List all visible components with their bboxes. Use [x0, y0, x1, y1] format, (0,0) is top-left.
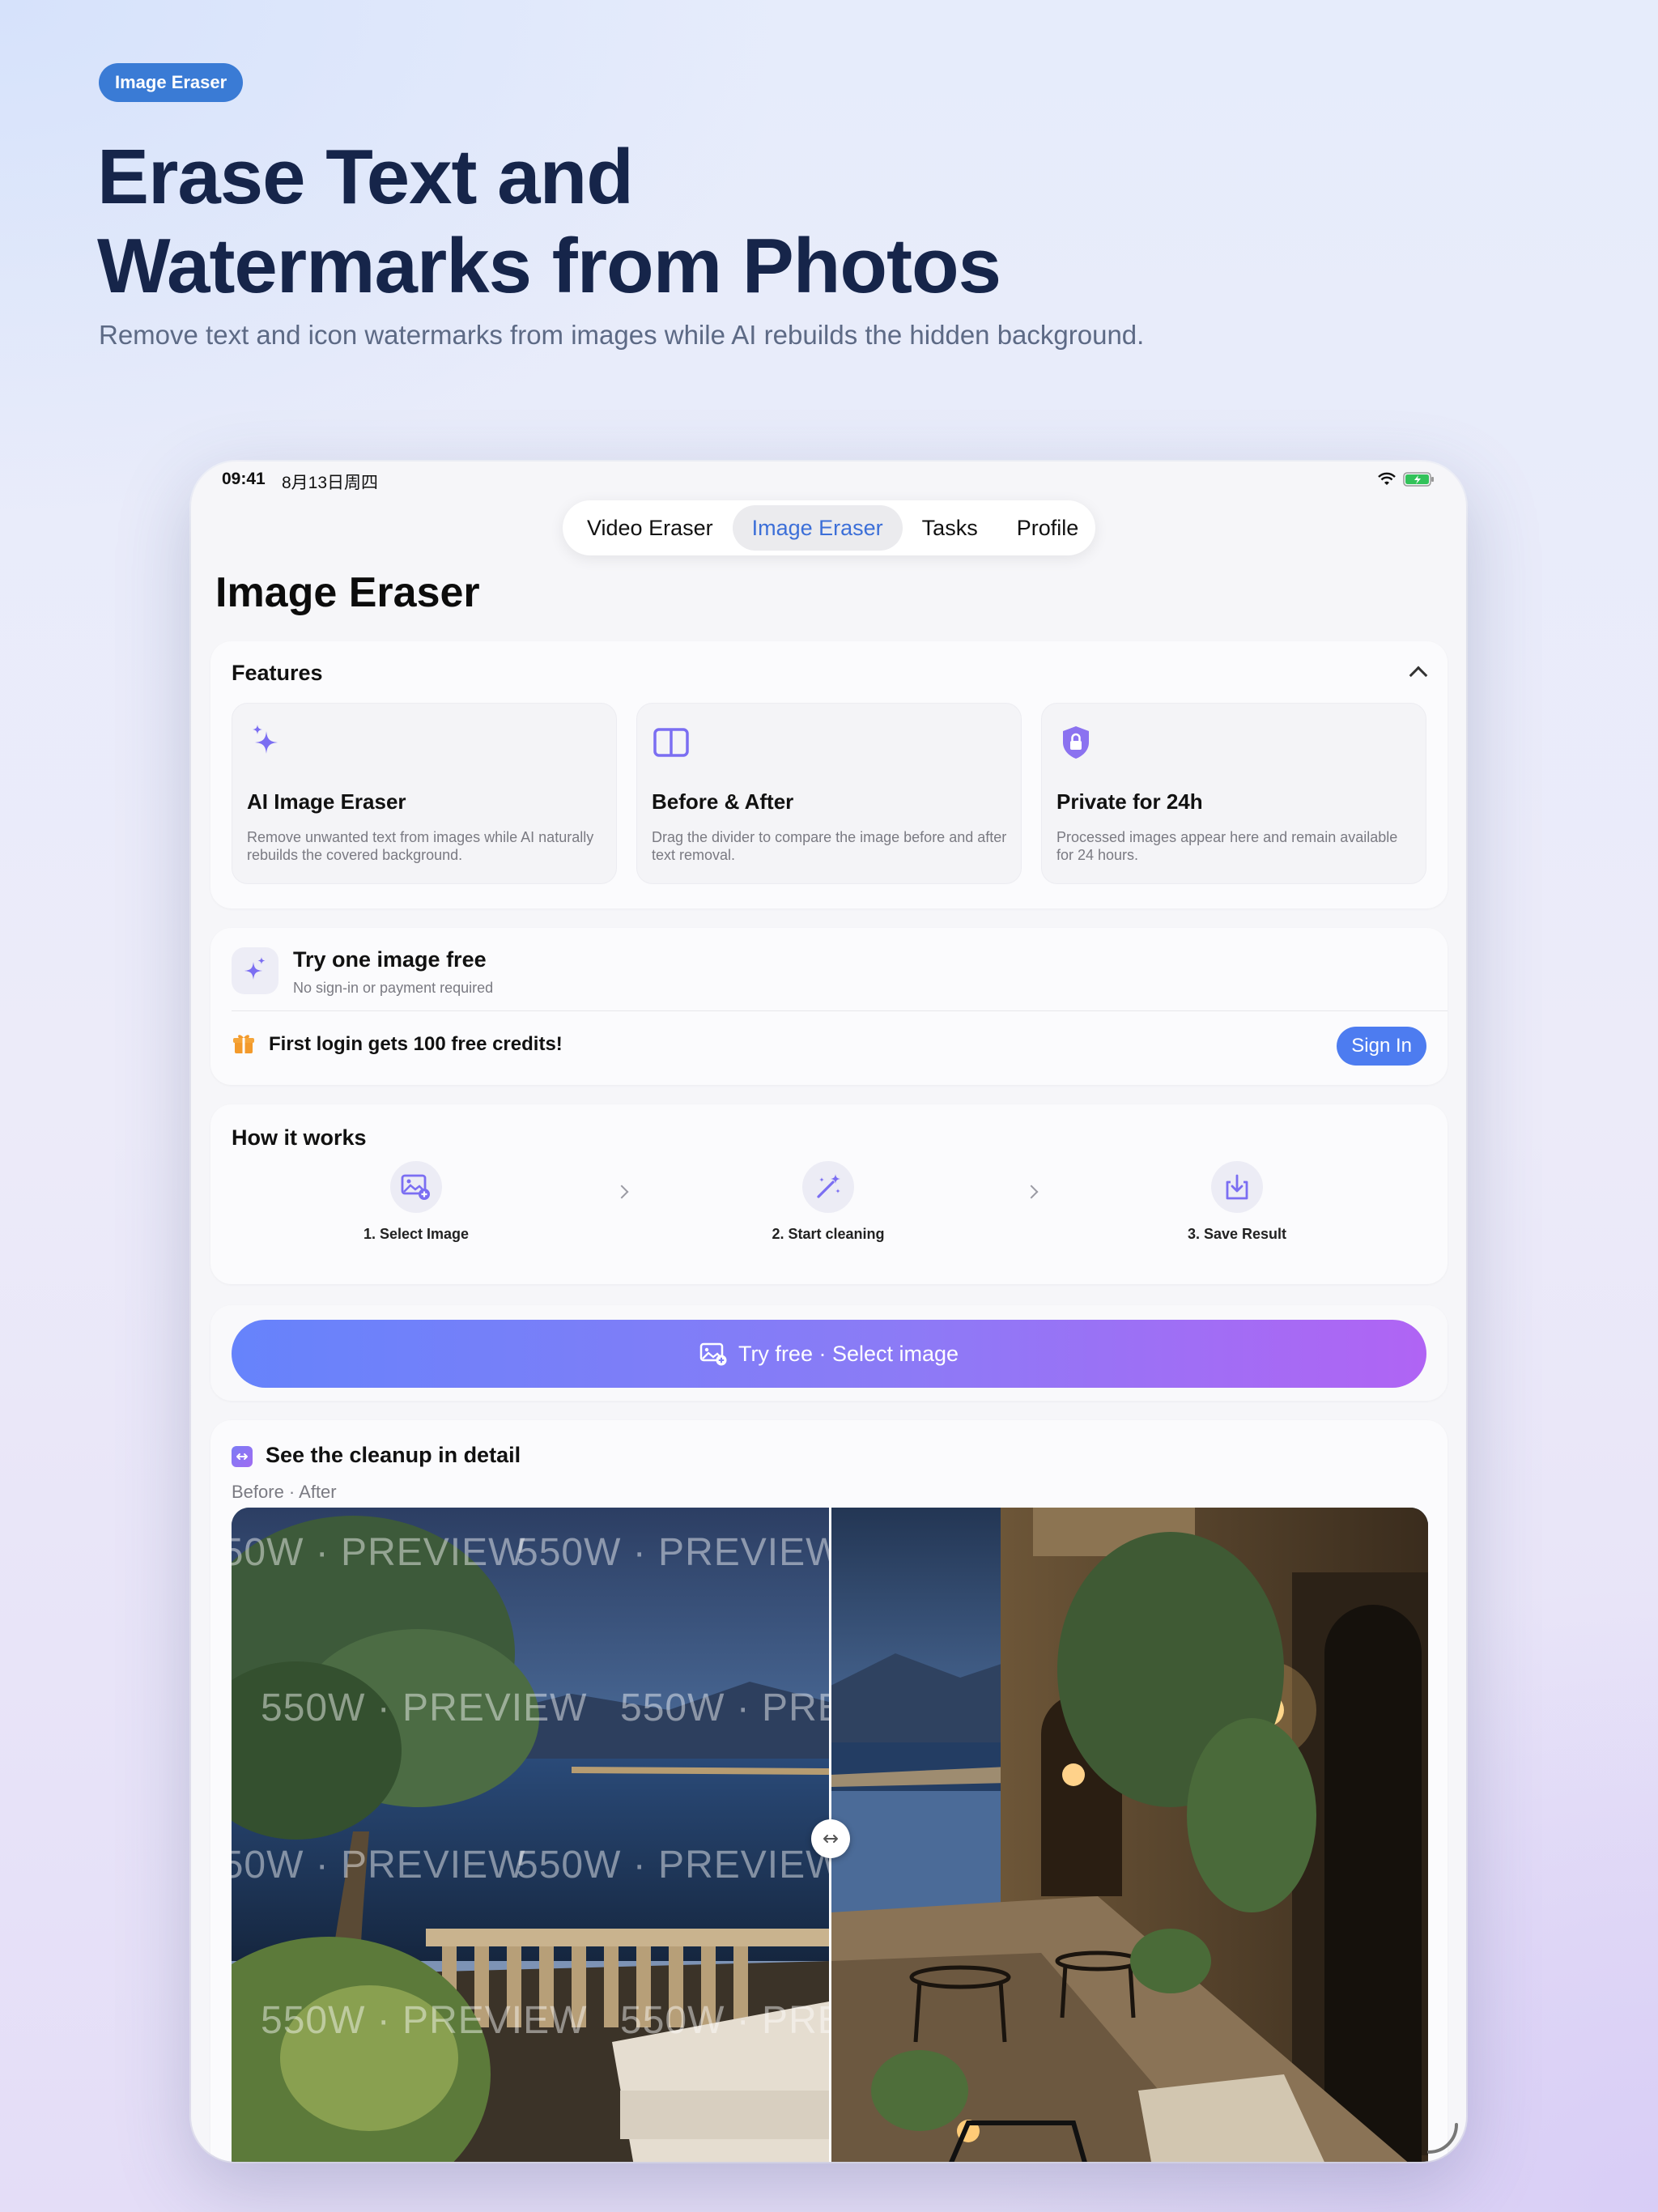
watermark-text: 550W · PREVIEW	[232, 1844, 526, 1887]
feature-title: AI Image Eraser	[247, 789, 406, 814]
chevron-right-icon	[1024, 1185, 1039, 1199]
hero-title: Erase Text and Watermarks from Photos	[97, 133, 1392, 311]
watermark-text: 550W · PREVIEW	[261, 1687, 588, 1729]
terrace-night-photo	[232, 1508, 829, 2162]
watermark-text: 550W · PREVIEW	[620, 1999, 829, 2042]
try-free-card: Try one image free No sign-in or payment…	[210, 928, 1448, 1085]
cta-card: Try free · Select image	[210, 1305, 1448, 1401]
step-label: 1. Select Image	[363, 1226, 470, 1242]
hero-subtitle: Remove text and icon watermarks from ima…	[99, 320, 1145, 350]
try-free-title: Try one image free	[293, 947, 487, 972]
status-bar: 09:41 8月13日周四	[191, 462, 1466, 502]
terrace-night-photo-clean	[831, 1508, 1428, 2162]
status-time: 09:41	[222, 470, 266, 488]
gift-icon	[233, 1035, 254, 1053]
image-add-icon	[699, 1342, 727, 1366]
step-start-cleaning: 2. Start cleaning	[707, 1161, 950, 1243]
watermark-text: 550W · PREVIEW	[517, 1531, 829, 1574]
detail-subtitle: Before · After	[232, 1482, 337, 1502]
try-free-icon-tile	[232, 947, 278, 994]
cleanup-detail-card: See the cleanup in detail Before · After	[210, 1420, 1448, 2162]
try-free-subtitle: No sign-in or payment required	[293, 980, 494, 996]
chevron-right-icon	[614, 1185, 629, 1199]
page-title: Image Eraser	[215, 569, 480, 616]
hero-title-line-1: Erase Text and	[97, 134, 634, 220]
try-free-select-image-button[interactable]: Try free · Select image	[232, 1320, 1426, 1388]
tab-image-eraser[interactable]: Image Eraser	[732, 505, 903, 551]
magic-wand-icon	[817, 1174, 840, 1198]
step-icon-circle	[802, 1161, 854, 1213]
features-heading: Features	[232, 661, 323, 685]
drag-horizontal-icon	[823, 1835, 838, 1843]
detail-title: See the cleanup in detail	[266, 1443, 521, 1467]
features-card: Features AI Image Eraser Remove unwanted…	[210, 641, 1448, 908]
tab-video-eraser[interactable]: Video Eraser	[568, 505, 733, 551]
before-after-comparison[interactable]: 550W · PREVIEW 550W · PREVIEW 550W · PRE…	[232, 1508, 1428, 2162]
step-save-result: 3. Save Result	[1116, 1161, 1358, 1243]
status-date: 8月13日周四	[282, 474, 379, 492]
download-tray-icon	[1226, 1174, 1248, 1200]
how-it-works-heading: How it works	[232, 1125, 367, 1150]
how-it-works-card: How it works 1. Select Image 2. Start cl…	[210, 1104, 1448, 1284]
wifi-icon	[1378, 472, 1396, 485]
feature-desc: Remove unwanted text from images while A…	[247, 829, 594, 863]
watermark-text: 550W · PREVIEW	[261, 1999, 588, 2042]
feature-private-24h: Private for 24h Processed images appear …	[1041, 703, 1426, 884]
status-icons	[1377, 471, 1435, 487]
watermark-text: 550W · PREVIEW	[517, 1844, 829, 1887]
cta-label: Try free · Select image	[738, 1341, 959, 1366]
compare-arrows-icon	[232, 1446, 253, 1467]
feature-desc: Drag the divider to compare the image be…	[652, 829, 1007, 863]
lock-shield-icon	[1063, 726, 1089, 759]
after-image	[831, 1508, 1428, 2162]
feature-desc: Processed images appear here and remain …	[1056, 829, 1398, 863]
step-icon-circle	[1211, 1161, 1263, 1213]
watermark-text: 550W · PREVIEW	[620, 1687, 829, 1729]
tab-tasks[interactable]: Tasks	[903, 505, 997, 551]
step-label: 2. Start cleaning	[772, 1226, 885, 1242]
promo-text: First login gets 100 free credits!	[269, 1033, 563, 1055]
step-icon-circle	[390, 1161, 442, 1213]
feature-title: Before & After	[652, 789, 794, 814]
tablet-screen: 09:41 8月13日周四 Video Eraser Image Eraser …	[191, 462, 1466, 2162]
sparkles-icon	[244, 957, 266, 980]
battery-charging-icon	[1403, 472, 1434, 487]
step-select-image: 1. Select Image	[295, 1161, 538, 1243]
sign-in-button[interactable]: Sign In	[1337, 1027, 1426, 1066]
step-label: 3. Save Result	[1187, 1226, 1287, 1242]
compare-divider-handle[interactable]	[811, 1819, 850, 1858]
feature-ai-image-eraser: AI Image Eraser Remove unwanted text fro…	[232, 703, 617, 884]
feature-title: Private for 24h	[1056, 789, 1203, 814]
sparkles-icon	[253, 725, 278, 754]
resize-corner-icon	[1427, 2123, 1458, 2154]
feature-before-after: Before & After Drag the divider to compa…	[636, 703, 1022, 884]
hero-title-line-2: Watermarks from Photos	[97, 223, 1001, 309]
split-view-icon	[653, 728, 689, 757]
collapse-chevron-icon[interactable]	[1409, 666, 1428, 685]
watermark-text: 550W · PREVIEW	[232, 1531, 526, 1574]
top-tab-bar: Video Eraser Image Eraser Tasks Profile	[563, 500, 1095, 555]
before-image: 550W · PREVIEW 550W · PREVIEW 550W · PRE…	[232, 1508, 829, 2162]
image-add-icon	[401, 1174, 430, 1200]
hero-badge: Image Eraser	[99, 63, 244, 102]
tab-profile[interactable]: Profile	[997, 505, 1099, 551]
divider	[232, 1010, 1448, 1011]
